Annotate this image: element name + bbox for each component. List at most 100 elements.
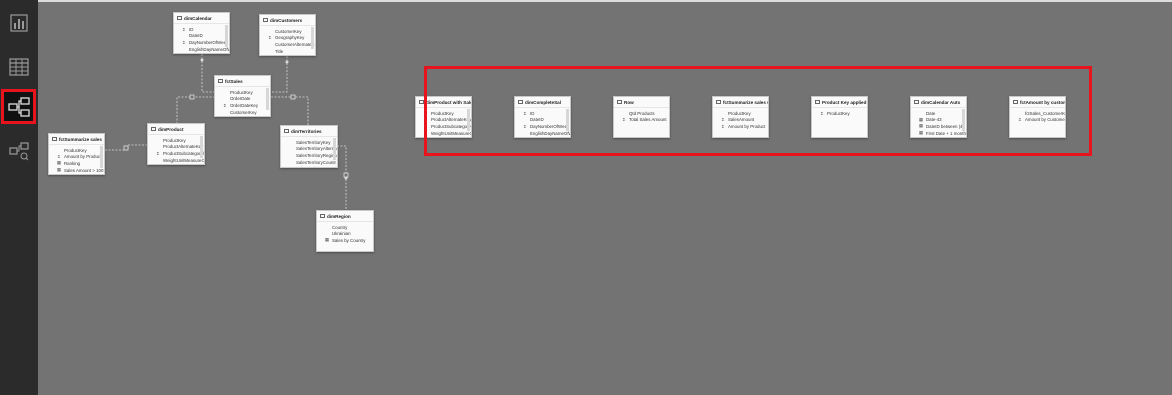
field-name: Amount by Product (64, 154, 102, 160)
field-name: ProductKey (230, 89, 253, 95)
field-name: Sales by Country (332, 237, 366, 243)
table-title: fctSales (225, 78, 243, 84)
table-icon (284, 129, 289, 133)
field-list: Σ ID DateID Σ DayNumberOfWeek EnglishDayNameO… (174, 24, 229, 54)
field-row[interactable]: OrderDate (215, 96, 270, 103)
table-card-dimTerritories[interactable]: dimTerritories SalesTerritoryKey SalesTerr… (280, 125, 338, 168)
field-list: ProductKey OrderDate Σ OrderDateKey Customer… (215, 87, 270, 117)
table-scrollbar[interactable] (225, 25, 228, 47)
field-name: Country (332, 224, 348, 230)
table-header[interactable]: dimCalendar (174, 13, 229, 24)
field-name: SalesTerritoryAlternat (296, 146, 337, 152)
field-row[interactable]: ▦ Sales by Country (317, 237, 373, 244)
table-header[interactable]: fctSales (215, 76, 270, 87)
highlight-box (424, 66, 1092, 156)
field-name: CustomerKey (230, 109, 257, 115)
table-header[interactable]: dimTerritories (281, 126, 337, 137)
table-icon (218, 79, 223, 83)
field-name: SalesTerritoryKey (228, 116, 264, 117)
table-card-dimCalendar[interactable]: dimCalendar Σ ID DateID Σ DayNumberOfWeek Engl… (173, 12, 230, 54)
field-row[interactable]: WeightUnitMeasureC (148, 157, 204, 164)
table-header[interactable]: fctSummarize sales (49, 134, 104, 145)
table-icon (263, 18, 268, 22)
field-name: WeightUnitMeasureC (163, 157, 204, 163)
field-row[interactable]: DateID (174, 33, 229, 40)
field-row[interactable]: SalesTerritoryAlternat (281, 146, 337, 153)
table-scrollbar[interactable] (333, 138, 336, 160)
field-row[interactable]: ProductAlternateKey (148, 144, 204, 151)
field-row[interactable]: Σ ID (174, 26, 229, 33)
field-name: OrderDate (230, 96, 251, 102)
field-row[interactable]: CustomerKey (260, 28, 315, 35)
field-row[interactable]: Σ ProductSubcategoryl (148, 150, 204, 157)
field-name: EnglishMonthName (187, 53, 227, 54)
field-row[interactable]: SizeUnitMeasureCode (148, 163, 204, 165)
field-row[interactable]: CustomerKey (215, 109, 270, 116)
field-row[interactable]: EnglishMonthName (174, 52, 229, 54)
field-name: Sales Amount > 100 (64, 167, 104, 173)
table-title: dimProduct (158, 126, 184, 132)
field-row[interactable]: Σ OrderDateKey (215, 102, 270, 109)
field-name: ID (189, 26, 194, 32)
field-list: ProductKey Σ Amount by Product ▦ Ranking ▦ Sal… (49, 145, 104, 173)
field-row[interactable]: Ukrainian (317, 231, 373, 238)
field-name: DayNumberOfWeek (189, 39, 229, 45)
field-name: DateID (189, 33, 203, 39)
field-name: Ukrainian (332, 231, 351, 237)
field-row[interactable]: SalesTerritoryRegion (281, 152, 337, 159)
table-scrollbar[interactable] (311, 27, 314, 49)
field-name: Ranking (64, 160, 81, 166)
field-name: SalesTerritoryRegion (296, 152, 337, 158)
field-row[interactable]: Title (260, 48, 315, 55)
field-row[interactable]: Σ GeographyKey (260, 35, 315, 42)
field-name: SalesTerritoryCountr (296, 159, 337, 165)
table-card-fctSales[interactable]: fctSales ProductKey OrderDate Σ OrderDateKey… (214, 75, 271, 117)
table-icon (151, 127, 156, 131)
table-scrollbar[interactable] (200, 136, 203, 158)
table-title: fctSummarize sales (59, 136, 102, 142)
table-title: dimTerritories (291, 128, 322, 134)
table-scrollbar[interactable] (100, 146, 103, 168)
field-row[interactable]: SalesTerritoryKey (281, 139, 337, 146)
table-header[interactable]: dimRegion (317, 211, 373, 222)
field-name: CustomerAlternateK (275, 41, 315, 47)
field-list: ProductKey ProductAlternateKey Σ ProductSub… (148, 135, 204, 165)
field-name: ProductSubcategoryl (163, 150, 204, 156)
field-row[interactable]: EnglishDayNameOfW (174, 46, 229, 53)
field-name: ProductAlternateKey (163, 144, 204, 150)
field-name: CustomerKey (275, 28, 302, 34)
field-row[interactable]: SalesTerritoryGroup (281, 165, 337, 167)
table-icon (52, 137, 57, 141)
field-row[interactable]: ProductKey (215, 89, 270, 96)
table-title: dimRegion (327, 213, 351, 219)
table-card-dimProduct[interactable]: dimProduct ProductKey ProductAlternateKey Σ… (147, 123, 205, 165)
field-list: SalesTerritoryKey SalesTerritoryAlternat S… (281, 137, 337, 167)
field-row[interactable]: SalesTerritoryCountr (281, 159, 337, 166)
field-row[interactable]: Σ DayNumberOfWeek (174, 39, 229, 46)
field-name: SizeUnitMeasureCode (161, 164, 204, 165)
field-name: Title (275, 48, 284, 54)
field-list: Country Ukrainian ▦ Sales by Country (317, 222, 373, 244)
field-name: OrderDateKey (230, 102, 259, 108)
field-name: ProductKey (64, 147, 87, 153)
field-row[interactable]: ▦ Ranking (49, 160, 104, 167)
field-name: EnglishDayNameOfW (189, 46, 229, 52)
table-card-fctSummarize[interactable]: fctSummarize sales ProductKey Σ Amount by P… (48, 133, 105, 175)
field-row[interactable]: CustomerAlternateK (260, 41, 315, 48)
field-name: GeographyKey (275, 35, 305, 41)
field-row[interactable]: ProductKey (49, 147, 104, 154)
field-row[interactable]: ▦ Sales Amount > 100 (49, 167, 104, 174)
table-title: dimCalendar (184, 15, 212, 21)
table-icon (177, 16, 182, 20)
table-scrollbar[interactable] (266, 88, 269, 110)
field-row[interactable]: SalesTerritoryKey (215, 115, 270, 117)
table-header[interactable]: dimProduct (148, 124, 204, 135)
field-row[interactable]: ProductKey (148, 137, 204, 144)
field-row[interactable]: Country (317, 224, 373, 231)
table-card-dimRegion[interactable]: dimRegion Country Ukrainian ▦ Sales by Count… (316, 210, 374, 252)
field-name: SalesTerritoryKey (296, 139, 331, 145)
table-icon (320, 214, 325, 218)
table-header[interactable]: dimCustomers (260, 15, 315, 26)
field-row[interactable]: Σ Amount by Product (49, 154, 104, 161)
table-card-dimCustomers[interactable]: dimCustomers CustomerKey Σ GeographyKey Cust… (259, 14, 316, 56)
